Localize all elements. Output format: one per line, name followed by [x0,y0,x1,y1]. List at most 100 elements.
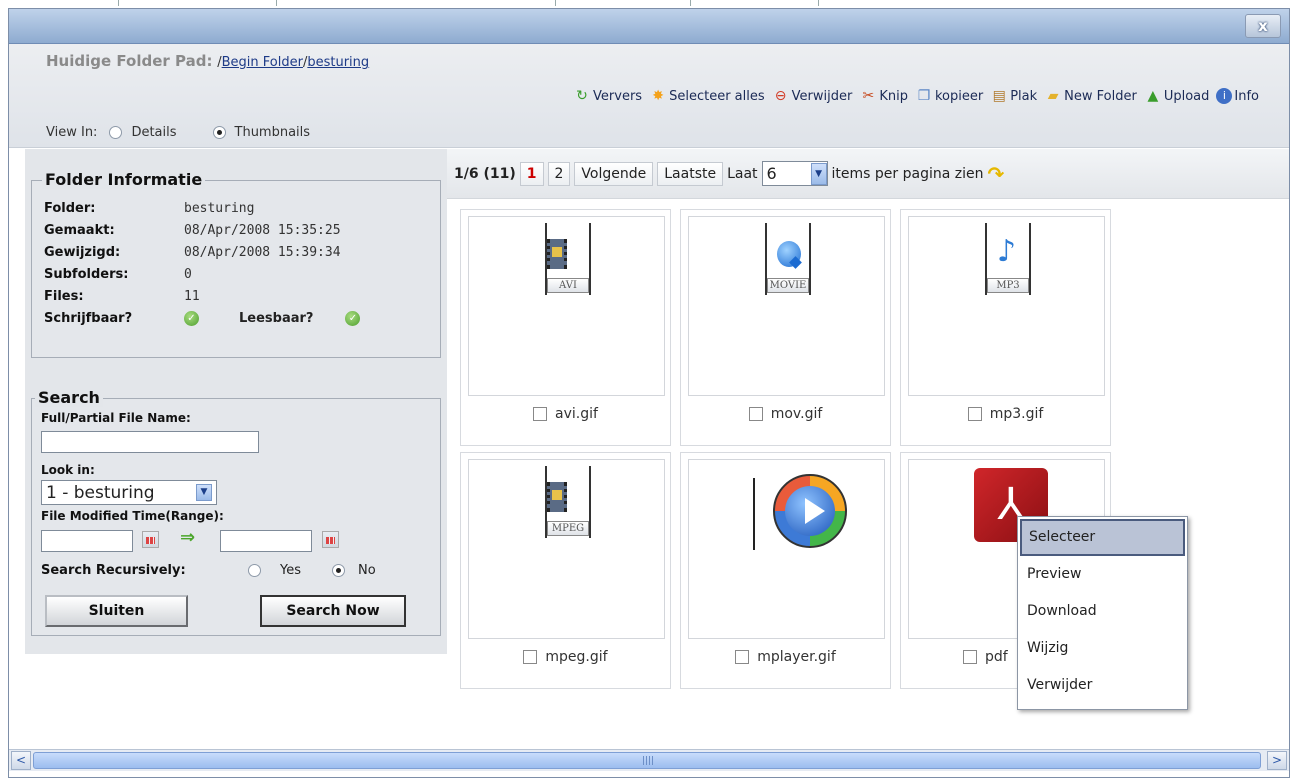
file-name-input[interactable] [41,431,259,453]
file-thumbnail[interactable]: MOVIE mov.gif [680,209,891,446]
header-panel: Huidige Folder Pad: /Begin Folder/bestur… [9,44,1289,148]
paste-label: Plak [1010,88,1038,104]
thumbnails-radio[interactable] [212,126,226,139]
menu-item-selecteer[interactable]: Selecteer [1020,519,1185,556]
info-value: 0 [184,266,192,282]
file-thumbnail[interactable]: MPEG mpeg.gif [460,452,671,689]
no-label: No [358,563,376,578]
page-2-button[interactable]: 2 [547,161,571,186]
per-page-select[interactable]: 6 ▼ [761,161,828,186]
file-checkbox[interactable] [523,650,538,664]
file-name: mpeg.gif [545,649,608,665]
cut-button[interactable]: ✂ Knip [859,87,908,105]
file-checkbox[interactable] [735,650,750,664]
file-checkbox[interactable] [967,407,982,421]
page-1-button[interactable]: 1 [519,161,544,186]
chevron-down-icon: ▼ [196,484,212,501]
permissions-row: Schrijfbaar? ✓ Leesbaar? ✓ [44,307,361,329]
breadcrumb-root-link[interactable]: Begin Folder [222,55,303,70]
page-summary: 1/6 (11) [454,165,516,182]
menu-item-download[interactable]: Download [1020,593,1185,630]
context-menu: Selecteer Preview Download Wijzig Verwij… [1017,516,1188,710]
select-all-button[interactable]: ✸ Selecteer alles [649,87,764,105]
view-label: View In: [46,125,98,140]
upload-button[interactable]: ▲ Upload [1144,87,1210,105]
scroll-thumb[interactable] [33,752,1261,769]
thumbnail-frame: ♪ MP3 [908,216,1105,396]
per-page-value: 6 [766,164,777,183]
details-label: Details [131,125,177,140]
info-key: Files: [44,288,84,304]
calendar-icon[interactable] [322,531,339,548]
search-panel: Search Full/Partial File Name: Look in: … [31,388,441,636]
menu-item-verwijder[interactable]: Verwijder [1020,667,1185,704]
info-value: 11 [184,288,200,304]
delete-label: Verwijder [791,88,853,104]
chevron-down-icon: ▼ [810,162,827,185]
calendar-icon[interactable] [142,531,159,548]
divider [118,0,119,6]
file-thumbnail[interactable]: mplayer.gif [680,452,891,689]
file-checkbox[interactable] [533,407,548,421]
info-value: besturing [184,200,255,216]
file-type-tag: MPEG [547,521,589,536]
look-in-label: Look in: [41,463,95,477]
folder-info-table: Folder: besturing Gemaakt: 08/Apr/2008 1… [44,197,361,329]
per-page-suffix: items per pagina zien [831,165,984,182]
paste-button[interactable]: ▤ Plak [990,87,1038,105]
divider [276,0,277,6]
breadcrumb-current-link[interactable]: besturing [307,55,369,70]
new-folder-button[interactable]: ▰ New Folder [1044,87,1137,105]
date-from-input[interactable] [41,530,133,552]
details-radio[interactable] [109,126,123,139]
file-type-tag: AVI [547,278,589,293]
file-label: mp3.gif [901,406,1110,422]
divider [555,0,556,6]
next-page-button[interactable]: Volgende [574,161,654,186]
file-thumbnail[interactable]: AVI avi.gif [460,209,671,446]
file-checkbox[interactable] [748,407,763,421]
refresh-button[interactable]: ↻ Ververs [573,87,642,105]
info-icon: i [1216,88,1233,104]
arrow-right-icon: ⇒ [180,527,196,548]
info-key: Gemaakt: [44,222,115,238]
breadcrumb: Huidige Folder Pad: /Begin Folder/bestur… [46,52,369,70]
copy-button[interactable]: ❐ kopieer [915,87,984,105]
file-checkbox[interactable] [963,650,977,664]
divider [690,0,691,6]
search-now-button[interactable]: Search Now [260,595,406,627]
date-to-input[interactable] [220,530,312,552]
file-name-label: Full/Partial File Name: [41,411,191,425]
file-type-tag: MP3 [987,278,1029,293]
info-key: Subfolders: [44,266,129,282]
pagination-bar: 1/6 (11) 1 2 Volgende Laatste Laat 6 ▼ i… [447,149,1289,199]
look-in-select[interactable]: 1 - besturing ▼ [41,480,217,505]
horizontal-scrollbar[interactable]: < > [9,749,1289,771]
check-icon: ✓ [345,310,361,326]
file-thumbnail[interactable]: ♪ MP3 mp3.gif [900,209,1111,446]
file-label: avi.gif [461,406,670,422]
folder-info-title: Folder Informatie [42,170,206,189]
scroll-right-button[interactable]: > [1267,751,1287,770]
recursive-yes-radio[interactable] [248,564,261,577]
go-arrow-icon[interactable]: ↷ [988,162,1005,186]
menu-item-preview[interactable]: Preview [1020,556,1185,593]
upload-label: Upload [1163,88,1210,104]
close-search-button[interactable]: Sluiten [45,595,188,627]
new-folder-label: New Folder [1064,88,1137,104]
refresh-icon: ↻ [576,88,588,104]
info-button[interactable]: i Info [1216,87,1259,105]
search-title: Search [35,388,103,407]
scroll-left-button[interactable]: < [11,751,31,770]
file-name: mp3.gif [989,406,1044,422]
file-type-tag: MOVIE [767,278,809,293]
top-strip [0,0,1290,8]
info-key: Folder: [44,200,96,216]
recursive-no-radio[interactable] [332,564,345,577]
thumbnail-frame: MOVIE [688,216,885,396]
menu-item-wijzig[interactable]: Wijzig [1020,630,1185,667]
delete-button[interactable]: ⊖ Verwijder [772,87,853,105]
video-file-icon: MPEG [537,466,597,542]
last-page-button[interactable]: Laatste [657,161,724,186]
close-button[interactable]: x [1245,14,1281,38]
